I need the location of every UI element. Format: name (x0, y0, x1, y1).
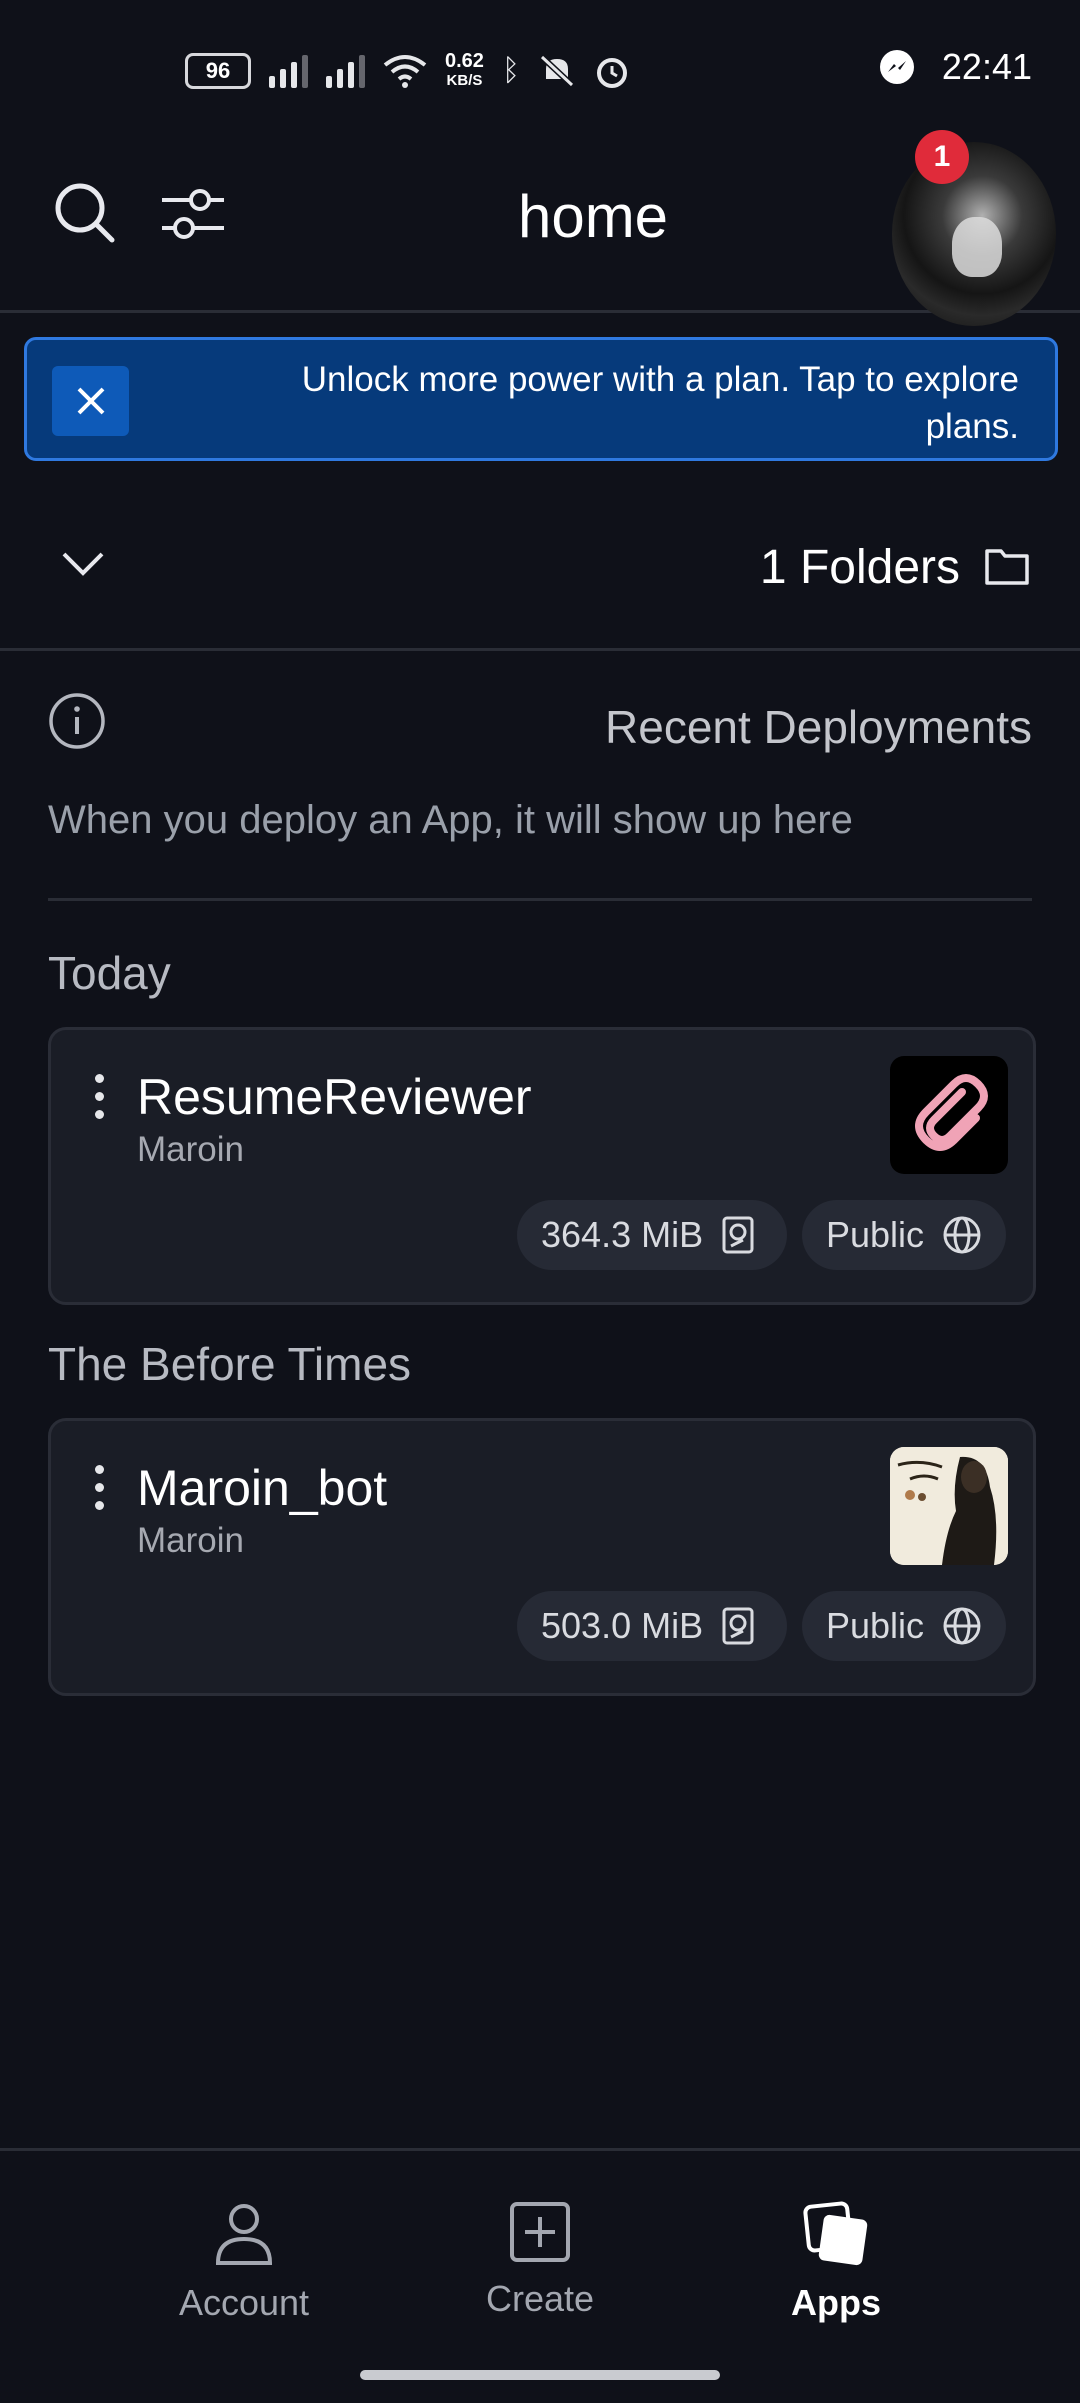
nav-apps[interactable]: Apps (726, 2201, 946, 2324)
more-options-icon[interactable] (95, 1074, 107, 1128)
avatar-image (952, 217, 1002, 277)
recent-deployments: Recent Deployments When you deploy an Ap… (48, 690, 1032, 901)
app-card-resumereviewer[interactable]: ResumeReviewer Maroin 364.3 MiB Public (48, 1027, 1036, 1305)
storage-size-badge: 364.3 MiB (517, 1200, 787, 1270)
visibility-label: Public (826, 1605, 925, 1646)
battery-icon: 96 (185, 53, 251, 89)
alarm-icon (596, 58, 627, 88)
network-speed-value: 0.62 (445, 50, 484, 72)
nav-create[interactable]: Create (430, 2201, 650, 2320)
app-card-maroin-bot[interactable]: Maroin_bot Maroin 503.0 MiB Public (48, 1418, 1036, 1696)
visibility-label: Public (826, 1214, 925, 1255)
recent-deployments-empty-text: When you deploy an App, it will show up … (48, 798, 853, 842)
visibility-badge: Public (802, 1591, 1006, 1661)
signal-icon (269, 54, 308, 88)
plus-square-icon (510, 2202, 570, 2262)
visibility-badge: Public (802, 1200, 1006, 1270)
recent-deployments-title: Recent Deployments (605, 701, 1032, 753)
app-name: ResumeReviewer (137, 1069, 532, 1125)
upgrade-banner[interactable]: Unlock more power with a plan. Tap to ex… (24, 337, 1058, 461)
nav-label-apps: Apps (791, 2282, 881, 2323)
close-icon (77, 387, 104, 415)
status-icons-right: 22:41 (879, 46, 1032, 88)
mute-icon (539, 54, 574, 88)
battery-level: 96 (205, 58, 231, 83)
folders-row[interactable]: 1 Folders (0, 460, 1080, 651)
hard-drive-icon (722, 1216, 754, 1254)
banner-close-button[interactable] (52, 366, 129, 436)
nav-label-account: Account (178, 2282, 310, 2323)
section-title-before-times: The Before Times (48, 1338, 412, 1390)
folder-icon (985, 549, 1029, 585)
app-owner: Maroin (137, 1521, 244, 1560)
storage-size-badge: 503.0 MiB (517, 1591, 787, 1661)
globe-icon (943, 1607, 981, 1645)
banner-text: Unlock more power with a plan. Tap to ex… (301, 360, 1019, 446)
hard-drive-icon (722, 1607, 754, 1645)
app-owner: Maroin (137, 1130, 244, 1169)
wifi-icon (383, 55, 427, 88)
app-name: Maroin_bot (137, 1460, 388, 1516)
storage-size: 503.0 MiB (541, 1605, 704, 1646)
bottom-navigation: Account Create Apps (0, 2148, 1080, 2403)
more-options-icon[interactable] (95, 1465, 107, 1519)
storage-size: 364.3 MiB (541, 1214, 704, 1255)
home-indicator[interactable] (360, 2370, 720, 2380)
apps-stack-icon (803, 2201, 868, 2266)
bluetooth-icon: ᛒ (501, 54, 520, 87)
avatar[interactable] (892, 142, 1056, 326)
paperclip-icon (890, 1056, 1008, 1174)
signal-icon-2 (326, 54, 365, 88)
notification-badge: 1 (915, 130, 969, 184)
clock: 22:41 (941, 46, 1032, 87)
folders-count: 1 Folders (759, 541, 960, 594)
status-bar: 96 0.62 KB/S ᛒ 22:41 (0, 0, 1080, 140)
section-title-today: Today (48, 947, 171, 999)
globe-icon (943, 1216, 981, 1254)
network-speed-unit: KB/S (446, 72, 483, 89)
nav-account[interactable]: Account (134, 2201, 354, 2324)
info-icon[interactable] (48, 692, 106, 750)
person-icon (215, 2204, 273, 2265)
network-speed: 0.62 KB/S (445, 50, 484, 90)
status-icons-left: 96 0.62 KB/S ᛒ (185, 50, 630, 90)
messenger-icon (879, 50, 914, 84)
chevron-down-icon[interactable] (60, 550, 106, 578)
nav-label-create: Create (485, 2278, 595, 2319)
app-thumbnail-image (890, 1447, 1008, 1565)
